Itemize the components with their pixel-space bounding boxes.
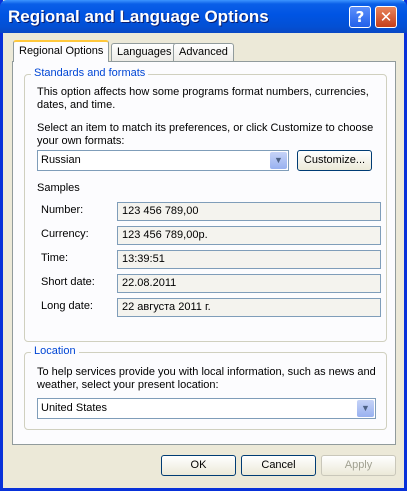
sample-value-long-date: 22 августа 2011 г. [117, 298, 381, 317]
format-select[interactable]: Russian ▼ [37, 150, 289, 171]
select-instruction-line2: your own formats: [37, 135, 125, 147]
standards-description-line2: dates, and time. [37, 99, 116, 111]
tab-regional-options[interactable]: Regional Options [13, 40, 110, 62]
select-instruction-line1: Select an item to match its preferences,… [37, 122, 374, 134]
tab-languages[interactable]: Languages [111, 43, 178, 61]
sample-value-number: 123 456 789,00 [117, 202, 381, 221]
chevron-down-icon[interactable]: ▼ [270, 152, 287, 169]
standards-description-line1: This option affects how some programs fo… [37, 86, 369, 98]
tab-panel: Standards and formats This option affect… [12, 61, 396, 445]
cancel-button[interactable]: Cancel [241, 455, 316, 476]
location-description-line1: To help services provide you with local … [37, 366, 376, 378]
sample-label-long-date: Long date: [41, 300, 93, 312]
dialog-window: Regional and Language Options ? ✕ Region… [0, 0, 407, 491]
ok-button[interactable]: OK [161, 455, 236, 476]
location-value: United States [41, 402, 108, 414]
location-group-title: Location [31, 345, 79, 357]
format-value: Russian [41, 154, 81, 166]
help-icon: ? [355, 8, 365, 26]
help-button[interactable]: ? [349, 6, 371, 28]
apply-button[interactable]: Apply [321, 455, 396, 476]
location-select[interactable]: United States ▼ [37, 398, 376, 419]
customize-button[interactable]: Customize... [297, 150, 372, 171]
sample-label-short-date: Short date: [41, 276, 95, 288]
tab-advanced[interactable]: Advanced [173, 43, 234, 61]
location-description-line2: weather, select your present location: [37, 379, 219, 391]
sample-value-time: 13:39:51 [117, 250, 381, 269]
close-icon: ✕ [379, 8, 393, 26]
close-button[interactable]: ✕ [375, 6, 397, 28]
sample-label-currency: Currency: [41, 228, 89, 240]
sample-label-number: Number: [41, 204, 84, 216]
title-bar[interactable]: Regional and Language Options ? ✕ [0, 0, 407, 33]
sample-value-short-date: 22.08.2011 [117, 274, 381, 293]
samples-label: Samples [37, 182, 80, 194]
chevron-down-icon[interactable]: ▼ [357, 400, 374, 417]
window-title: Regional and Language Options [8, 7, 269, 26]
sample-label-time: Time: [41, 252, 69, 264]
sample-value-currency: 123 456 789,00р. [117, 226, 381, 245]
standards-group-title: Standards and formats [31, 67, 149, 79]
